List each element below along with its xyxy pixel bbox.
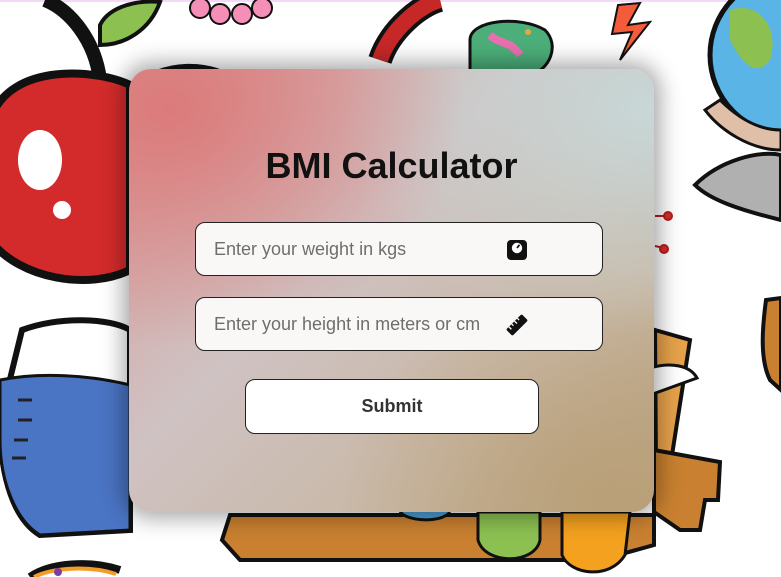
- flower-icon: [189, 0, 273, 25]
- ruler-icon: [506, 314, 528, 336]
- microbe-icon: [468, 19, 554, 77]
- page-title: BMI Calculator: [265, 145, 518, 186]
- weight-field[interactable]: [195, 222, 603, 276]
- weight-scale-icon: [507, 240, 527, 260]
- bmi-card: BMI Calculator Submit: [129, 69, 654, 512]
- lightning-icon: [610, 1, 653, 61]
- weight-input[interactable]: [214, 223, 514, 275]
- height-input[interactable]: [214, 298, 514, 350]
- height-field[interactable]: [195, 297, 603, 351]
- beaker-icon: [0, 317, 133, 539]
- submit-button[interactable]: Submit: [245, 379, 539, 434]
- globe-icon: [692, 0, 781, 223]
